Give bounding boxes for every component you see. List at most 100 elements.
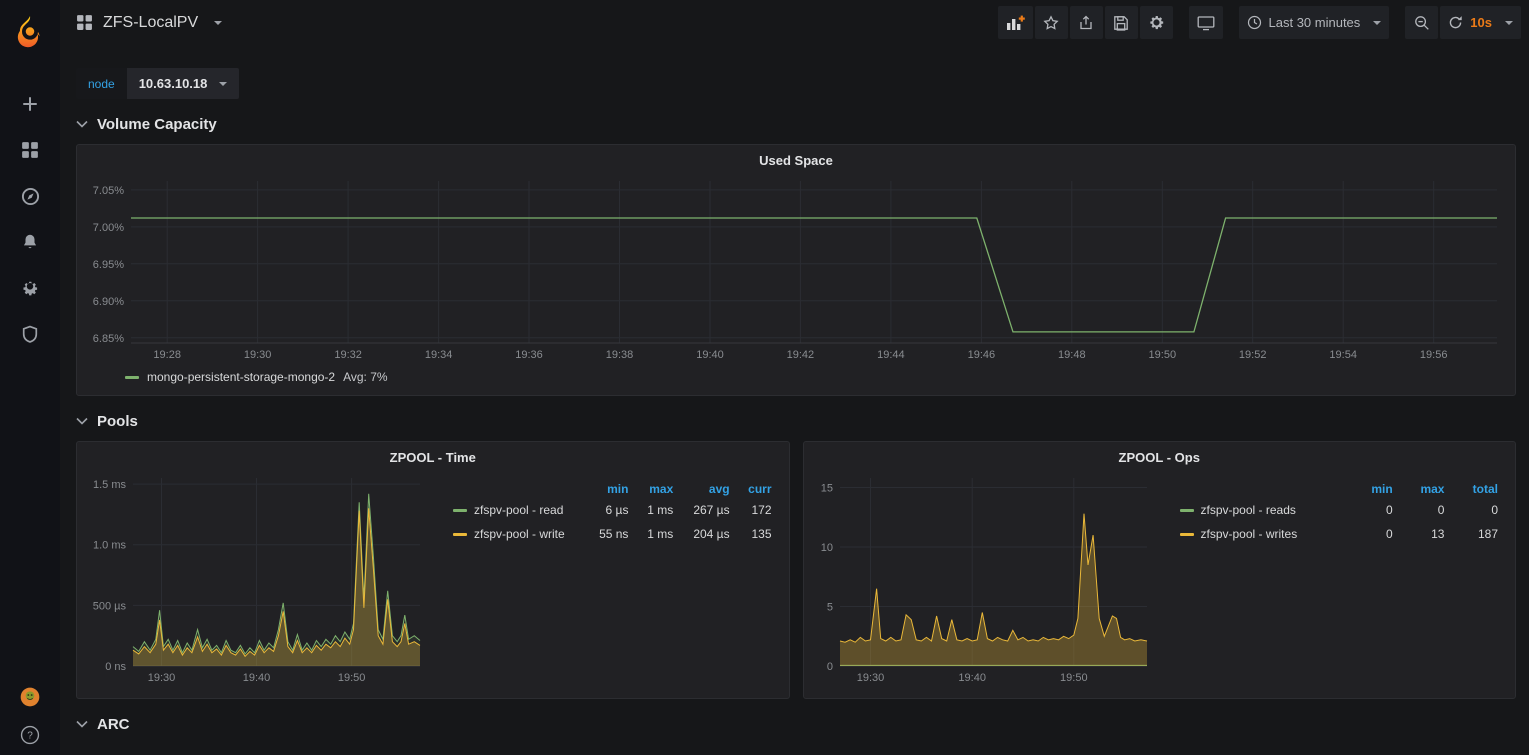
zpool-ops-chart[interactable]: 19:3019:4019:50151050 <box>812 470 1157 688</box>
configuration-gear-icon[interactable] <box>20 278 40 298</box>
svg-text:6.90%: 6.90% <box>93 296 124 308</box>
svg-text:6.85%: 6.85% <box>93 333 124 345</box>
zoom-out-button[interactable] <box>1405 6 1438 39</box>
help-icon[interactable]: ? <box>20 725 40 745</box>
legend-col-header[interactable]: min <box>587 480 636 498</box>
monitor-icon <box>1197 15 1215 31</box>
legend-col-header[interactable]: min <box>1352 480 1400 498</box>
add-panel-button[interactable] <box>998 6 1033 39</box>
svg-text:19:30: 19:30 <box>856 672 884 684</box>
legend-series-label[interactable]: zfspv-pool - read <box>446 498 587 522</box>
svg-text:19:42: 19:42 <box>787 349 815 361</box>
legend-value: 13 <box>1400 522 1452 546</box>
chevron-down-icon <box>1505 21 1513 25</box>
legend-value: 1 ms <box>635 522 680 546</box>
legend-series-label[interactable]: mongo-persistent-storage-mongo-2 <box>147 370 335 384</box>
svg-text:19:54: 19:54 <box>1329 349 1357 361</box>
legend-col-header[interactable]: max <box>635 480 680 498</box>
svg-text:19:36: 19:36 <box>515 349 543 361</box>
chevron-down-icon <box>76 720 88 728</box>
legend-value: 0 <box>1400 498 1452 522</box>
create-plus-icon[interactable] <box>20 94 40 114</box>
svg-text:500 µs: 500 µs <box>93 600 127 612</box>
alerting-bell-icon[interactable] <box>20 232 40 252</box>
svg-text:19:30: 19:30 <box>244 349 272 361</box>
dashboard-grid-icon <box>76 14 93 31</box>
legend-swatch <box>453 533 467 536</box>
legend-value: 55 ns <box>587 522 636 546</box>
node-variable-label: node <box>76 68 127 99</box>
chevron-down-icon <box>214 21 222 25</box>
legend-col-header[interactable]: max <box>1400 480 1452 498</box>
svg-text:19:44: 19:44 <box>877 349 905 361</box>
explore-compass-icon[interactable] <box>20 186 40 206</box>
user-avatar[interactable] <box>20 687 40 707</box>
svg-text:6.95%: 6.95% <box>93 259 124 271</box>
chevron-down-icon <box>76 120 88 128</box>
save-icon <box>1113 15 1129 31</box>
svg-text:19:40: 19:40 <box>958 672 986 684</box>
grafana-logo[interactable] <box>0 0 60 62</box>
row-pools[interactable]: Pools <box>76 410 1516 432</box>
refresh-interval-label: 10s <box>1470 15 1492 30</box>
svg-text:19:52: 19:52 <box>1239 349 1267 361</box>
svg-text:19:40: 19:40 <box>696 349 724 361</box>
dashboard-content: node 10.63.10.18 Volume Capacity Used Sp… <box>60 0 1529 735</box>
used-space-chart[interactable]: 19:2819:3019:3219:3419:3619:3819:4019:42… <box>85 173 1507 365</box>
dashboards-icon[interactable] <box>20 140 40 160</box>
panel-title[interactable]: ZPOOL - Ops <box>812 448 1508 470</box>
svg-text:0: 0 <box>826 661 832 673</box>
dashboard-picker[interactable]: ZFS-LocalPV <box>76 14 222 32</box>
svg-text:19:50: 19:50 <box>338 672 366 684</box>
svg-text:7.00%: 7.00% <box>93 222 124 234</box>
legend-value: 135 <box>737 522 779 546</box>
zpool-ops-legend: minmaxtotalzfspv-pool - reads000zfspv-po… <box>1157 470 1508 688</box>
legend-value: 1 ms <box>635 498 680 522</box>
save-dashboard-button[interactable] <box>1105 6 1138 39</box>
refresh-button[interactable]: 10s <box>1440 6 1521 39</box>
svg-text:1.0 ms: 1.0 ms <box>93 540 127 552</box>
gear-icon <box>1148 14 1165 31</box>
svg-text:19:34: 19:34 <box>425 349 453 361</box>
server-admin-shield-icon[interactable] <box>20 324 40 344</box>
grafana-flame-icon <box>13 14 47 48</box>
legend-value: 0 <box>1352 498 1400 522</box>
legend-swatch <box>453 509 467 512</box>
time-range-picker[interactable]: Last 30 minutes <box>1239 6 1390 39</box>
legend-row: zfspv-pool - writes013187 <box>1173 522 1506 546</box>
legend-swatch <box>125 376 139 379</box>
node-variable-value: 10.63.10.18 <box>139 76 208 91</box>
row-title: Volume Capacity <box>97 116 217 133</box>
row-title: ARC <box>97 716 130 733</box>
legend-series-label[interactable]: zfspv-pool - reads <box>1173 498 1352 522</box>
chart-svg: 19:2819:3019:3219:3419:3619:3819:4019:42… <box>85 173 1507 365</box>
svg-text:19:40: 19:40 <box>243 672 271 684</box>
svg-text:19:50: 19:50 <box>1149 349 1177 361</box>
share-dashboard-button[interactable] <box>1070 6 1103 39</box>
legend-table: minmaxavgcurrzfspv-pool - read6 µs1 ms26… <box>446 480 779 546</box>
legend-value: 204 µs <box>680 522 736 546</box>
svg-text:5: 5 <box>826 602 832 614</box>
svg-text:19:56: 19:56 <box>1420 349 1448 361</box>
chevron-down-icon <box>219 82 227 86</box>
used-space-panel: Used Space 19:2819:3019:3219:3419:3619:3… <box>76 144 1516 396</box>
legend-row: zfspv-pool - write55 ns1 ms204 µs135 <box>446 522 779 546</box>
panel-title[interactable]: ZPOOL - Time <box>85 448 781 470</box>
row-arc[interactable]: ARC <box>76 713 1516 735</box>
legend-swatch <box>1180 509 1194 512</box>
zpool-time-chart[interactable]: 19:3019:4019:501.5 ms1.0 ms500 µs0 ns <box>85 470 430 688</box>
legend-col-header[interactable]: curr <box>737 480 779 498</box>
star-dashboard-button[interactable] <box>1035 6 1068 39</box>
cycle-view-mode-button[interactable] <box>1189 6 1223 39</box>
svg-text:0 ns: 0 ns <box>105 661 126 673</box>
legend-series-label[interactable]: zfspv-pool - write <box>446 522 587 546</box>
legend-col-header[interactable]: avg <box>680 480 736 498</box>
chart-svg: 19:3019:4019:501.5 ms1.0 ms500 µs0 ns <box>85 470 430 688</box>
legend-series-label[interactable]: zfspv-pool - writes <box>1173 522 1352 546</box>
dashboard-settings-button[interactable] <box>1140 6 1173 39</box>
node-variable-dropdown[interactable]: node 10.63.10.18 <box>76 68 239 99</box>
row-volume-capacity[interactable]: Volume Capacity <box>76 113 1516 135</box>
panel-title[interactable]: Used Space <box>85 151 1507 173</box>
used-space-legend: mongo-persistent-storage-mongo-2 Avg: 7% <box>85 365 1507 389</box>
legend-col-header[interactable]: total <box>1451 480 1505 498</box>
